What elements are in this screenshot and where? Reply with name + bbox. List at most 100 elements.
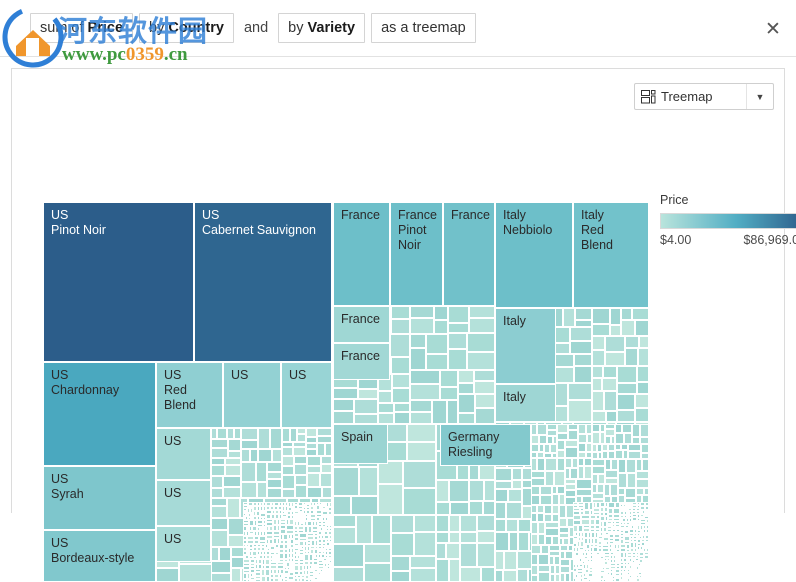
treemap-tile[interactable] — [211, 476, 223, 488]
treemap-tile-france-pinot-noir[interactable]: France Pinot Noir — [390, 202, 443, 306]
viz-type-dropdown[interactable]: Treemap ▼ — [634, 83, 774, 110]
treemap-tile[interactable] — [592, 308, 610, 324]
treemap-tile[interactable] — [378, 484, 403, 515]
treemap-tile[interactable] — [440, 387, 458, 400]
treemap-tile[interactable] — [460, 515, 477, 532]
treemap-tile[interactable] — [538, 572, 550, 582]
treemap-tile-france-group[interactable]: France — [333, 306, 390, 343]
treemap-tile[interactable] — [544, 514, 552, 522]
treemap-tile[interactable] — [359, 467, 378, 496]
treemap-tile[interactable] — [537, 505, 544, 513]
treemap-tile[interactable] — [394, 412, 410, 424]
treemap-tile[interactable] — [604, 391, 617, 411]
treemap-tile-us-bordeaux-style[interactable]: US Bordeaux-style — [43, 530, 156, 582]
treemap-tile[interactable] — [615, 424, 622, 433]
treemap-tile[interactable] — [211, 488, 223, 498]
treemap-tile[interactable] — [394, 403, 410, 412]
treemap-tile[interactable] — [538, 522, 545, 534]
treemap-tile[interactable] — [560, 566, 570, 573]
treemap-tile[interactable] — [531, 545, 541, 554]
treemap-tile[interactable] — [640, 437, 649, 444]
treemap-tile[interactable] — [592, 336, 605, 350]
treemap-tile[interactable] — [440, 370, 458, 387]
treemap-tile[interactable] — [448, 306, 469, 323]
treemap-tile[interactable] — [557, 440, 565, 450]
treemap-tile[interactable] — [317, 436, 332, 443]
treemap-tile[interactable] — [211, 518, 228, 530]
treemap-tile[interactable] — [228, 451, 241, 458]
close-icon[interactable]: ✕ — [760, 16, 786, 42]
treemap-tile[interactable] — [552, 494, 559, 505]
treemap-tile[interactable] — [460, 567, 481, 582]
treemap-tile[interactable] — [223, 487, 241, 498]
treemap-tile[interactable] — [225, 458, 241, 465]
treemap-tile[interactable] — [467, 333, 495, 352]
chip-sum-of-price[interactable]: sum of Price — [30, 13, 134, 43]
treemap-tile[interactable] — [449, 515, 460, 532]
treemap-tile[interactable] — [531, 478, 545, 486]
treemap-tile[interactable] — [290, 428, 297, 442]
treemap-tile-germany-riesling[interactable]: Germany Riesling — [440, 424, 531, 466]
treemap-tile[interactable] — [545, 528, 559, 536]
treemap-tile[interactable] — [495, 519, 506, 532]
treemap-tile[interactable] — [626, 459, 636, 473]
treemap-tile[interactable] — [495, 489, 508, 502]
treemap-tile[interactable] — [545, 471, 554, 486]
treemap-tile[interactable] — [378, 413, 394, 424]
treemap-tile[interactable] — [557, 486, 565, 494]
treemap-tile[interactable] — [592, 459, 605, 466]
treemap-tile[interactable] — [495, 532, 509, 551]
treemap-tile[interactable] — [407, 424, 436, 442]
treemap-tile[interactable] — [627, 473, 636, 488]
treemap-tile[interactable] — [390, 334, 410, 357]
treemap-tile[interactable] — [410, 412, 432, 424]
treemap-tile[interactable] — [608, 444, 615, 451]
treemap-tile[interactable] — [477, 515, 495, 531]
treemap-tile[interactable] — [557, 424, 568, 433]
treemap-tile[interactable] — [282, 428, 290, 442]
treemap-tile[interactable] — [565, 490, 576, 497]
treemap-tile[interactable] — [356, 515, 372, 544]
treemap-tile[interactable] — [436, 532, 449, 543]
treemap-tile[interactable] — [217, 428, 227, 439]
treemap-tile[interactable] — [512, 480, 522, 489]
treemap-tile[interactable] — [565, 440, 578, 447]
treemap-tile[interactable] — [504, 551, 517, 570]
treemap-tile[interactable] — [307, 473, 320, 487]
treemap-tile[interactable] — [509, 532, 518, 551]
treemap-tile[interactable] — [584, 458, 592, 466]
treemap-tile[interactable] — [414, 515, 436, 532]
treemap-tile[interactable] — [306, 449, 317, 456]
treemap-tile[interactable] — [436, 480, 449, 502]
treemap-tile[interactable] — [241, 428, 258, 440]
treemap-tile[interactable] — [592, 350, 605, 366]
treemap-tile[interactable] — [517, 569, 528, 582]
treemap-tile[interactable] — [282, 475, 295, 489]
treemap-tile[interactable] — [592, 466, 605, 474]
treemap-tile[interactable] — [538, 565, 550, 572]
treemap-tile[interactable] — [223, 476, 241, 487]
treemap-tile[interactable] — [592, 378, 602, 391]
treemap-tile[interactable] — [574, 354, 592, 366]
treemap-tile[interactable] — [506, 519, 518, 532]
treemap-tile[interactable] — [537, 513, 544, 522]
treemap-tile[interactable] — [531, 486, 540, 495]
treemap-tile[interactable] — [436, 543, 446, 559]
treemap-tile[interactable] — [545, 458, 557, 471]
treemap-tile[interactable] — [333, 399, 354, 411]
treemap-tile[interactable] — [635, 394, 649, 408]
treemap-tile-us-chardonnay[interactable]: US Chardonnay — [43, 362, 156, 466]
treemap-tile-spain-group[interactable]: Spain — [333, 424, 388, 464]
treemap-tile[interactable] — [518, 532, 529, 551]
treemap-tile[interactable] — [625, 336, 639, 348]
treemap-tile[interactable] — [211, 547, 219, 561]
treemap-tile[interactable] — [495, 502, 506, 519]
treemap-tile[interactable] — [559, 518, 567, 527]
treemap-tile[interactable] — [574, 366, 592, 383]
treemap-tile[interactable] — [410, 384, 440, 400]
treemap-tile[interactable] — [448, 349, 467, 370]
treemap-tile[interactable] — [448, 333, 467, 349]
treemap-tile[interactable] — [495, 468, 512, 481]
treemap-tile[interactable] — [241, 462, 256, 482]
treemap-tile[interactable] — [320, 473, 332, 487]
